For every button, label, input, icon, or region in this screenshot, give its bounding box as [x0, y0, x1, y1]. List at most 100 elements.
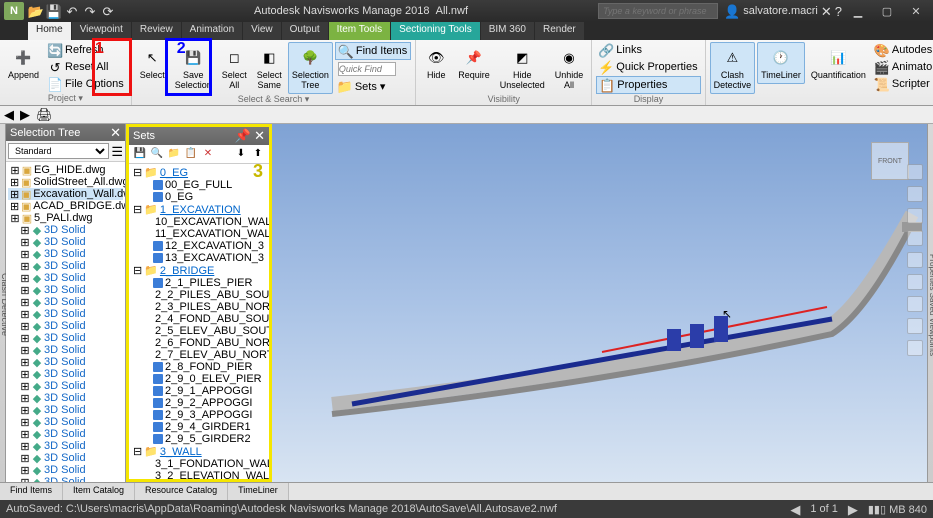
tab-item-tools[interactable]: Item Tools: [329, 22, 390, 40]
sets-item[interactable]: 11_EXCAVATION_WALL: [131, 228, 267, 240]
tree-file-item[interactable]: ⊞▣ACAD_BRIDGE.dwg: [8, 200, 123, 212]
tree-solid-item[interactable]: ⊞◆3D Solid: [18, 476, 123, 482]
sets-tree-body[interactable]: ⊟📁0_EG00_EG_FULL0_EG⊟📁1_EXCAVATION10_EXC…: [129, 164, 269, 479]
tree-solid-item[interactable]: ⊞◆3D Solid: [18, 464, 123, 476]
home-tool[interactable]: [907, 318, 923, 334]
close-panel-icon[interactable]: ✕: [110, 126, 121, 139]
unhide-all-button[interactable]: ◉Unhide All: [551, 42, 588, 94]
tree-solid-item[interactable]: ⊞◆3D Solid: [18, 392, 123, 404]
sets-item[interactable]: 2_4_FOND_ABU_SOUTH: [131, 313, 267, 325]
tree-file-item[interactable]: ⊞▣5_PALI.dwg: [8, 212, 123, 224]
search-input[interactable]: [598, 3, 718, 19]
links-button[interactable]: 🔗Links: [596, 42, 700, 58]
tree-solid-item[interactable]: ⊞◆3D Solid: [18, 320, 123, 332]
animator-button[interactable]: 🎬Animator: [872, 59, 933, 75]
fly-tool[interactable]: [907, 274, 923, 290]
right-dock-tabs[interactable]: Properties Saved Viewpoints: [927, 124, 933, 482]
quick-find-input[interactable]: [335, 61, 411, 77]
tree-solid-item[interactable]: ⊞◆3D Solid: [18, 308, 123, 320]
sets-item[interactable]: 2_8_FOND_PIER: [131, 361, 267, 373]
tree-solid-item[interactable]: ⊞◆3D Solid: [18, 416, 123, 428]
camera-tool[interactable]: [907, 340, 923, 356]
tree-solid-item[interactable]: ⊞◆3D Solid: [18, 452, 123, 464]
tree-solid-item[interactable]: ⊞◆3D Solid: [18, 236, 123, 248]
sets-item[interactable]: 00_EG_FULL: [131, 179, 267, 191]
tree-solid-item[interactable]: ⊞◆3D Solid: [18, 428, 123, 440]
tab-output[interactable]: Output: [282, 22, 328, 40]
look-tool[interactable]: [907, 252, 923, 268]
delete-icon[interactable]: ✕: [201, 147, 215, 161]
sets-item[interactable]: 13_EXCAVATION_3: [131, 252, 267, 264]
file-options-button[interactable]: 📄File Options: [45, 76, 127, 92]
save-search-icon[interactable]: 🔍: [150, 147, 164, 161]
tree-solid-item[interactable]: ⊞◆3D Solid: [18, 332, 123, 344]
open-icon[interactable]: 📂: [28, 3, 44, 19]
select-button[interactable]: ↖Select: [136, 42, 169, 84]
tab-render[interactable]: Render: [535, 22, 584, 40]
wheel-tool[interactable]: [907, 296, 923, 312]
sets-item[interactable]: 2_1_PILES_PIER: [131, 277, 267, 289]
tree-solid-item[interactable]: ⊞◆3D Solid: [18, 284, 123, 296]
selection-tree-body[interactable]: ⊞▣EG_HIDE.dwg⊞▣SolidStreet_All.dwg⊞▣Exca…: [6, 162, 125, 482]
signin-icon[interactable]: 👤: [724, 5, 740, 18]
exchange-icon[interactable]: ✕: [821, 5, 832, 18]
autodesk-rendering-button[interactable]: 🎨Autodesk Rendering: [872, 42, 933, 58]
dup-icon[interactable]: 📋: [184, 147, 198, 161]
tree-file-item[interactable]: ⊞▣Excavation_Wall.dwg: [8, 188, 123, 200]
sets-item[interactable]: 2_9_4_GIRDER1: [131, 421, 267, 433]
sets-item[interactable]: 2_9_3_APPOGGI: [131, 409, 267, 421]
reset-all-button[interactable]: ↺Reset All: [45, 59, 127, 75]
sets-item[interactable]: 2_9_5_GIRDER2: [131, 433, 267, 445]
clash-detective-button[interactable]: ⚠Clash Detective: [710, 42, 756, 94]
require-button[interactable]: 📌Require: [454, 42, 494, 84]
selection-tree-button[interactable]: 🌳Selection Tree: [288, 42, 333, 94]
btab-item-catalog[interactable]: Item Catalog: [63, 483, 135, 500]
sets-item[interactable]: 3_2_ELEVATION_WALL: [131, 470, 267, 479]
save-icon[interactable]: 💾: [46, 3, 62, 19]
sheet-next-icon[interactable]: ▶: [848, 503, 858, 516]
tab-home[interactable]: Home: [28, 22, 71, 40]
tree-solid-item[interactable]: ⊞◆3D Solid: [18, 272, 123, 284]
tree-solid-item[interactable]: ⊞◆3D Solid: [18, 368, 123, 380]
walk-tool[interactable]: [907, 230, 923, 246]
sets-folder[interactable]: ⊟📁3_WALL: [131, 445, 267, 458]
viewport-3d[interactable]: FRONT ↖: [272, 124, 927, 482]
tree-solid-item[interactable]: ⊞◆3D Solid: [18, 440, 123, 452]
tree-solid-item[interactable]: ⊞◆3D Solid: [18, 356, 123, 368]
tab-animation[interactable]: Animation: [182, 22, 242, 40]
help-icon[interactable]: ?: [835, 5, 842, 18]
sheet-prev-icon[interactable]: ◀: [790, 503, 800, 516]
redo-icon[interactable]: ↷: [82, 3, 98, 19]
nav-back-icon[interactable]: ◀: [4, 108, 14, 121]
sets-item[interactable]: 10_EXCAVATION_WALL: [131, 216, 267, 228]
append-button[interactable]: ➕ Append: [4, 42, 43, 84]
tab-bim360[interactable]: BIM 360: [481, 22, 534, 40]
save-set-icon[interactable]: 💾: [133, 147, 147, 161]
quick-properties-button[interactable]: ⚡Quick Properties: [596, 59, 700, 75]
sets-item[interactable]: 0_EG: [131, 191, 267, 203]
tree-solid-item[interactable]: ⊞◆3D Solid: [18, 248, 123, 260]
scripter-button[interactable]: 📜Scripter: [872, 76, 933, 92]
tree-solid-item[interactable]: ⊞◆3D Solid: [18, 260, 123, 272]
btab-timeliner[interactable]: TimeLiner: [228, 483, 289, 500]
tree-solid-item[interactable]: ⊞◆3D Solid: [18, 296, 123, 308]
zoom-tool[interactable]: [907, 208, 923, 224]
sets-item[interactable]: 2_9_1_APPOGGI: [131, 385, 267, 397]
sets-item[interactable]: 2_2_PILES_ABU_SOUTH: [131, 289, 267, 301]
tab-review[interactable]: Review: [132, 22, 181, 40]
find-items-button[interactable]: 🔍Find Items: [335, 42, 411, 60]
sets-item[interactable]: 2_9_0_ELEV_PIER: [131, 373, 267, 385]
quantification-button[interactable]: 📊Quantification: [807, 42, 870, 84]
sets-dropdown[interactable]: 📁Sets ▾: [335, 78, 411, 94]
sets-item[interactable]: 2_3_PILES_ABU_NORTH: [131, 301, 267, 313]
print-icon[interactable]: 🖨: [36, 108, 53, 121]
close-sets-icon[interactable]: ✕: [254, 128, 265, 143]
undo-icon[interactable]: ↶: [64, 3, 80, 19]
seltree-opts-icon[interactable]: ☰: [111, 145, 123, 158]
tree-solid-item[interactable]: ⊞◆3D Solid: [18, 380, 123, 392]
maximize-button[interactable]: ▢: [874, 2, 900, 20]
tree-file-item[interactable]: ⊞▣SolidStreet_All.dwg: [8, 176, 123, 188]
tree-file-item[interactable]: ⊞▣EG_HIDE.dwg: [8, 164, 123, 176]
sets-folder[interactable]: ⊟📁2_BRIDGE: [131, 264, 267, 277]
sets-folder[interactable]: ⊟📁0_EG: [131, 166, 267, 179]
